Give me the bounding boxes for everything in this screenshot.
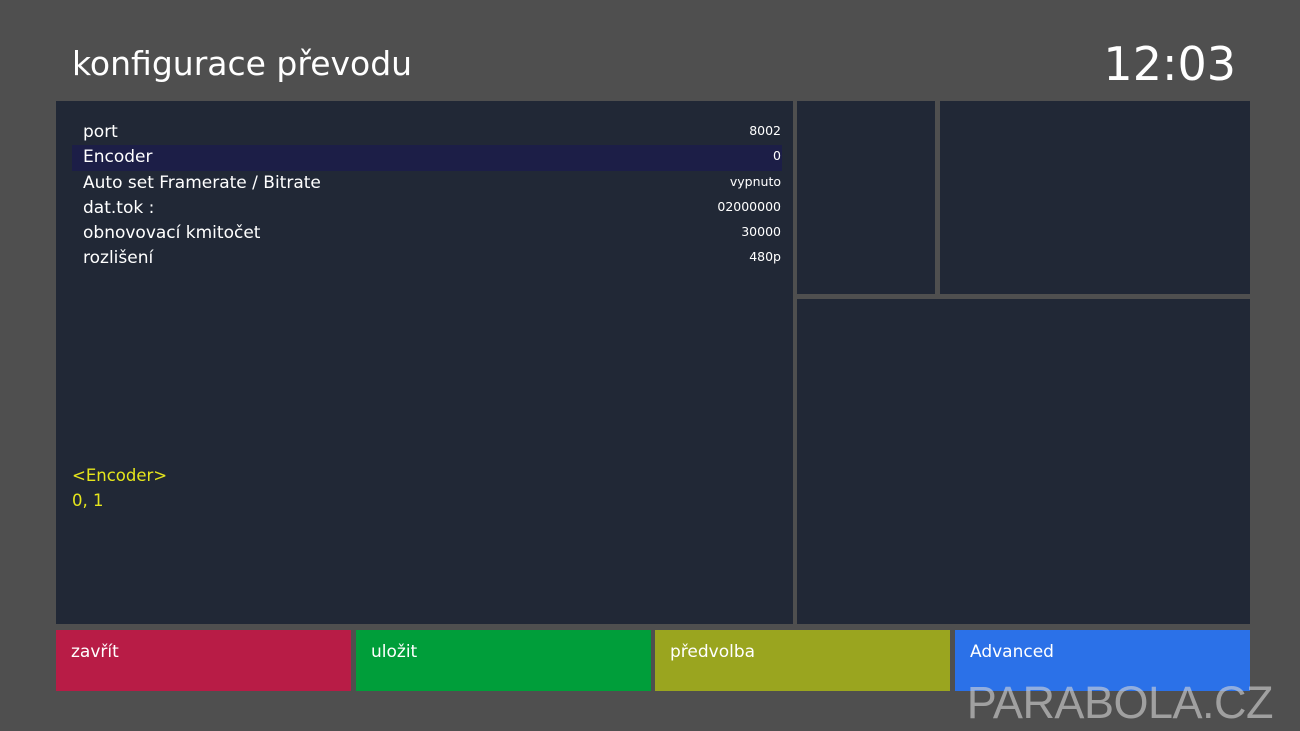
setting-row-bitrate[interactable]: dat.tok : 02000000 (72, 196, 782, 221)
settings-list: port 8002 Encoder 0 Auto set Framerate /… (72, 120, 782, 272)
setting-label: port (83, 122, 118, 142)
preview-panel-large (797, 299, 1250, 624)
setting-label: Auto set Framerate / Bitrate (83, 172, 321, 193)
setting-value: 0 (773, 148, 781, 164)
setting-row-auto-framerate[interactable]: Auto set Framerate / Bitrate vypnuto (72, 171, 782, 196)
setting-label: Encoder (83, 147, 153, 168)
setting-row-encoder[interactable]: Encoder 0 (72, 145, 782, 171)
page-title: konfigurace převodu (72, 44, 413, 83)
settings-panel: port 8002 Encoder 0 Auto set Framerate /… (56, 101, 793, 624)
watermark: PARABOLA.CZ (966, 677, 1274, 728)
setting-value: 02000000 (717, 198, 781, 214)
clock: 12:03 (1103, 37, 1236, 91)
setting-value: 8002 (749, 123, 781, 138)
setting-row-port[interactable]: port 8002 (72, 120, 782, 145)
setting-label: obnovovací kmitočet (83, 223, 261, 244)
setting-value: vypnuto (729, 173, 781, 189)
preview-panel-small (797, 101, 935, 294)
help-text: <Encoder> 0, 1 (72, 463, 167, 513)
help-item-name: <Encoder> (72, 466, 168, 485)
setting-label: dat.tok : (83, 197, 155, 218)
setting-row-resolution[interactable]: rozlišení 480p (72, 246, 782, 271)
close-button[interactable]: zavřít (56, 630, 351, 691)
help-item-options: 0, 1 (72, 491, 104, 510)
info-panel (940, 101, 1250, 294)
preset-button[interactable]: předvolba (655, 630, 950, 691)
save-button[interactable]: uložit (356, 630, 651, 691)
setting-value: 30000 (741, 224, 781, 240)
setting-row-refresh-rate[interactable]: obnovovací kmitočet 30000 (72, 221, 782, 246)
setting-value: 480p (749, 249, 781, 265)
setting-label: rozlišení (83, 248, 154, 269)
